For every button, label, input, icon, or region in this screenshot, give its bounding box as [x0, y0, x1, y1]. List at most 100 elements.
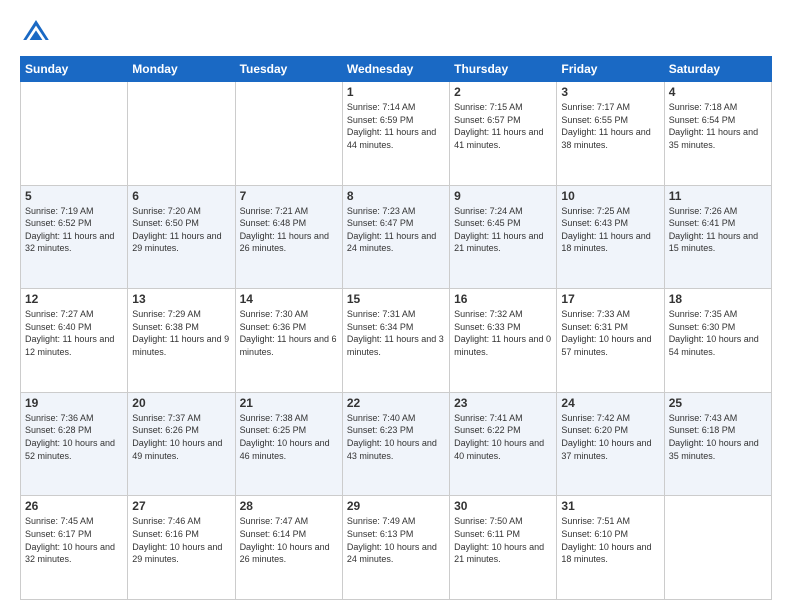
calendar-cell: 30 Sunrise: 7:50 AM Sunset: 6:11 PM Dayli… [450, 496, 557, 600]
day-number: 22 [347, 396, 445, 410]
day-number: 5 [25, 189, 123, 203]
day-info: Sunrise: 7:50 AM Sunset: 6:11 PM Dayligh… [454, 515, 552, 565]
day-info: Sunrise: 7:32 AM Sunset: 6:33 PM Dayligh… [454, 308, 552, 358]
weekday-header-wednesday: Wednesday [342, 57, 449, 82]
weekday-header-tuesday: Tuesday [235, 57, 342, 82]
day-info: Sunrise: 7:31 AM Sunset: 6:34 PM Dayligh… [347, 308, 445, 358]
calendar-cell: 7 Sunrise: 7:21 AM Sunset: 6:48 PM Daylig… [235, 185, 342, 289]
day-info: Sunrise: 7:19 AM Sunset: 6:52 PM Dayligh… [25, 205, 123, 255]
day-info: Sunrise: 7:21 AM Sunset: 6:48 PM Dayligh… [240, 205, 338, 255]
calendar-cell [235, 82, 342, 186]
week-row-2: 5 Sunrise: 7:19 AM Sunset: 6:52 PM Daylig… [21, 185, 772, 289]
weekday-header-saturday: Saturday [664, 57, 771, 82]
calendar-cell: 15 Sunrise: 7:31 AM Sunset: 6:34 PM Dayli… [342, 289, 449, 393]
calendar-cell: 17 Sunrise: 7:33 AM Sunset: 6:31 PM Dayli… [557, 289, 664, 393]
calendar-cell: 26 Sunrise: 7:45 AM Sunset: 6:17 PM Dayli… [21, 496, 128, 600]
calendar-cell: 10 Sunrise: 7:25 AM Sunset: 6:43 PM Dayli… [557, 185, 664, 289]
calendar-cell: 31 Sunrise: 7:51 AM Sunset: 6:10 PM Dayli… [557, 496, 664, 600]
calendar-cell: 25 Sunrise: 7:43 AM Sunset: 6:18 PM Dayli… [664, 392, 771, 496]
day-info: Sunrise: 7:43 AM Sunset: 6:18 PM Dayligh… [669, 412, 767, 462]
calendar-cell: 16 Sunrise: 7:32 AM Sunset: 6:33 PM Dayli… [450, 289, 557, 393]
day-number: 12 [25, 292, 123, 306]
day-info: Sunrise: 7:30 AM Sunset: 6:36 PM Dayligh… [240, 308, 338, 358]
week-row-1: 1 Sunrise: 7:14 AM Sunset: 6:59 PM Daylig… [21, 82, 772, 186]
day-info: Sunrise: 7:51 AM Sunset: 6:10 PM Dayligh… [561, 515, 659, 565]
weekday-header-thursday: Thursday [450, 57, 557, 82]
day-info: Sunrise: 7:24 AM Sunset: 6:45 PM Dayligh… [454, 205, 552, 255]
calendar-cell: 9 Sunrise: 7:24 AM Sunset: 6:45 PM Daylig… [450, 185, 557, 289]
day-number: 28 [240, 499, 338, 513]
day-number: 25 [669, 396, 767, 410]
day-number: 29 [347, 499, 445, 513]
day-info: Sunrise: 7:14 AM Sunset: 6:59 PM Dayligh… [347, 101, 445, 151]
day-number: 16 [454, 292, 552, 306]
day-info: Sunrise: 7:45 AM Sunset: 6:17 PM Dayligh… [25, 515, 123, 565]
calendar-cell: 13 Sunrise: 7:29 AM Sunset: 6:38 PM Dayli… [128, 289, 235, 393]
day-info: Sunrise: 7:49 AM Sunset: 6:13 PM Dayligh… [347, 515, 445, 565]
day-info: Sunrise: 7:36 AM Sunset: 6:28 PM Dayligh… [25, 412, 123, 462]
calendar-cell: 28Sunrise: 7:47 AM Sunset: 6:14 PM Dayli… [235, 496, 342, 600]
calendar-cell: 3Sunrise: 7:17 AM Sunset: 6:55 PM Daylig… [557, 82, 664, 186]
day-info: Sunrise: 7:15 AM Sunset: 6:57 PM Dayligh… [454, 101, 552, 151]
day-info: Sunrise: 7:18 AM Sunset: 6:54 PM Dayligh… [669, 101, 767, 151]
calendar-cell: 20 Sunrise: 7:37 AM Sunset: 6:26 PM Dayli… [128, 392, 235, 496]
header [20, 16, 772, 48]
calendar-cell: 14Sunrise: 7:30 AM Sunset: 6:36 PM Dayli… [235, 289, 342, 393]
day-info: Sunrise: 7:42 AM Sunset: 6:20 PM Dayligh… [561, 412, 659, 462]
day-info: Sunrise: 7:33 AM Sunset: 6:31 PM Dayligh… [561, 308, 659, 358]
day-info: Sunrise: 7:25 AM Sunset: 6:43 PM Dayligh… [561, 205, 659, 255]
day-info: Sunrise: 7:20 AM Sunset: 6:50 PM Dayligh… [132, 205, 230, 255]
calendar-cell: 29 Sunrise: 7:49 AM Sunset: 6:13 PM Dayli… [342, 496, 449, 600]
day-number: 27 [132, 499, 230, 513]
day-info: Sunrise: 7:26 AM Sunset: 6:41 PM Dayligh… [669, 205, 767, 255]
calendar-cell: 12 Sunrise: 7:27 AM Sunset: 6:40 PM Dayli… [21, 289, 128, 393]
week-row-4: 19 Sunrise: 7:36 AM Sunset: 6:28 PM Dayli… [21, 392, 772, 496]
calendar-cell [128, 82, 235, 186]
day-number: 26 [25, 499, 123, 513]
calendar-cell: 19 Sunrise: 7:36 AM Sunset: 6:28 PM Dayli… [21, 392, 128, 496]
page: SundayMondayTuesdayWednesdayThursdayFrid… [0, 0, 792, 612]
logo [20, 16, 56, 48]
day-number: 15 [347, 292, 445, 306]
day-number: 19 [25, 396, 123, 410]
weekday-header-friday: Friday [557, 57, 664, 82]
day-number: 8 [347, 189, 445, 203]
day-number: 11 [669, 189, 767, 203]
day-number: 18 [669, 292, 767, 306]
day-number: 10 [561, 189, 659, 203]
day-info: Sunrise: 7:29 AM Sunset: 6:38 PM Dayligh… [132, 308, 230, 358]
calendar-cell [664, 496, 771, 600]
day-number: 21 [240, 396, 338, 410]
day-info: Sunrise: 7:41 AM Sunset: 6:22 PM Dayligh… [454, 412, 552, 462]
day-number: 7 [240, 189, 338, 203]
calendar-cell: 18 Sunrise: 7:35 AM Sunset: 6:30 PM Dayli… [664, 289, 771, 393]
day-number: 6 [132, 189, 230, 203]
day-info: Sunrise: 7:37 AM Sunset: 6:26 PM Dayligh… [132, 412, 230, 462]
day-info: Sunrise: 7:46 AM Sunset: 6:16 PM Dayligh… [132, 515, 230, 565]
calendar-cell [21, 82, 128, 186]
week-row-5: 26 Sunrise: 7:45 AM Sunset: 6:17 PM Dayli… [21, 496, 772, 600]
day-info: Sunrise: 7:23 AM Sunset: 6:47 PM Dayligh… [347, 205, 445, 255]
calendar-cell: 24 Sunrise: 7:42 AM Sunset: 6:20 PM Dayli… [557, 392, 664, 496]
day-number: 20 [132, 396, 230, 410]
day-number: 1 [347, 85, 445, 99]
day-number: 24 [561, 396, 659, 410]
day-number: 13 [132, 292, 230, 306]
day-info: Sunrise: 7:35 AM Sunset: 6:30 PM Dayligh… [669, 308, 767, 358]
calendar-cell: 11 Sunrise: 7:26 AM Sunset: 6:41 PM Dayli… [664, 185, 771, 289]
day-number: 2 [454, 85, 552, 99]
day-number: 23 [454, 396, 552, 410]
weekday-header-row: SundayMondayTuesdayWednesdayThursdayFrid… [21, 57, 772, 82]
day-number: 9 [454, 189, 552, 203]
day-info: Sunrise: 7:27 AM Sunset: 6:40 PM Dayligh… [25, 308, 123, 358]
day-number: 17 [561, 292, 659, 306]
day-number: 3 [561, 85, 659, 99]
calendar-cell: 21 Sunrise: 7:38 AM Sunset: 6:25 PM Dayli… [235, 392, 342, 496]
calendar-cell: 5 Sunrise: 7:19 AM Sunset: 6:52 PM Daylig… [21, 185, 128, 289]
day-number: 31 [561, 499, 659, 513]
calendar-cell: 6 Sunrise: 7:20 AM Sunset: 6:50 PM Daylig… [128, 185, 235, 289]
day-number: 30 [454, 499, 552, 513]
calendar-cell: 27 Sunrise: 7:46 AM Sunset: 6:16 PM Dayli… [128, 496, 235, 600]
day-info: Sunrise: 7:38 AM Sunset: 6:25 PM Dayligh… [240, 412, 338, 462]
calendar-cell: 2 Sunrise: 7:15 AM Sunset: 6:57 PM Daylig… [450, 82, 557, 186]
